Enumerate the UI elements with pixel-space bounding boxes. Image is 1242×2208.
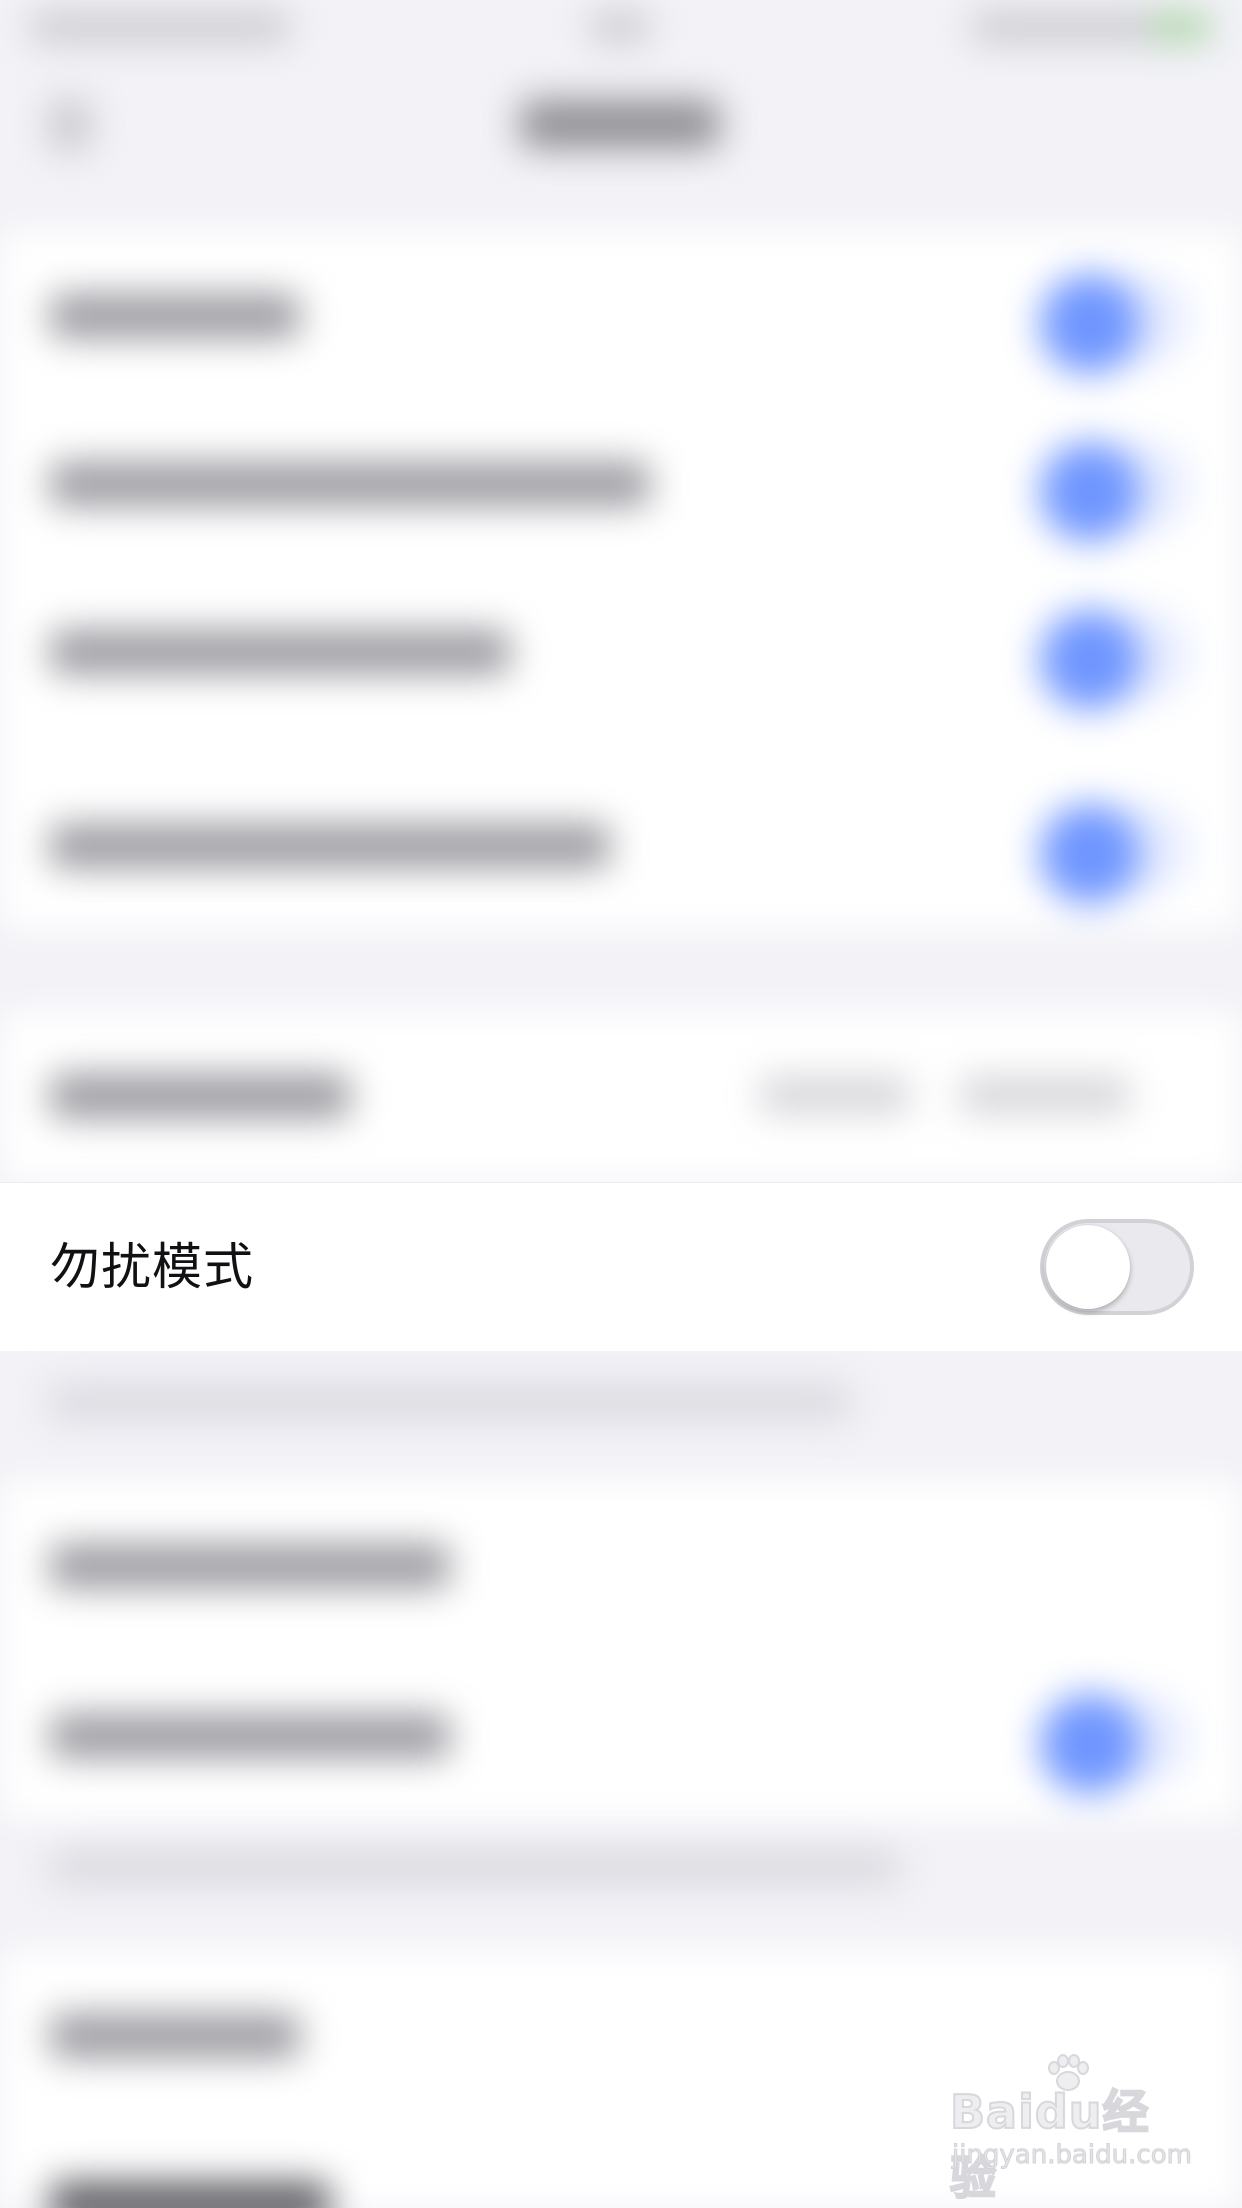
blurred-setting-row[interactable]: [0, 1650, 1242, 1818]
battery-icon: [1152, 14, 1208, 40]
blurred-row-label: [50, 824, 610, 868]
do-not-disturb-toggle[interactable]: [1040, 1219, 1194, 1315]
blurred-row-label: [50, 1714, 450, 1758]
blurred-background: [0, 0, 1242, 2208]
settings-screen: 勿扰模式 Baidu经验 jingyan.baidu.com: [0, 0, 1242, 2208]
blurred-row-label: [50, 1074, 350, 1118]
blurred-row-label: [50, 2182, 330, 2208]
chevron-left-icon[interactable]: [50, 100, 90, 150]
settings-group-2: [0, 1010, 1242, 1182]
status-bar-carrier: [30, 12, 290, 42]
blurred-toggle[interactable]: [1040, 274, 1140, 374]
blurred-toggle[interactable]: [1040, 804, 1140, 904]
toggle-knob: [1046, 1225, 1130, 1309]
blurred-row-label: [50, 462, 650, 506]
blurred-toggle[interactable]: [1040, 1694, 1140, 1794]
navigation-bar: [0, 60, 1242, 190]
blurred-value-row[interactable]: [0, 1010, 1242, 1178]
do-not-disturb-row[interactable]: 勿扰模式: [0, 1182, 1242, 1351]
blurred-footer-text: [50, 1385, 850, 1419]
blurred-row-label: [50, 2014, 300, 2058]
blurred-setting-row[interactable]: [0, 566, 1242, 734]
status-bar: [0, 0, 1242, 60]
settings-group-3: [0, 1480, 1242, 1820]
status-bar-time: [590, 12, 650, 42]
blurred-setting-row[interactable]: [0, 1480, 1242, 1648]
page-title: [520, 100, 720, 148]
watermark-url: jingyan.baidu.com: [952, 2140, 1193, 2171]
do-not-disturb-label: 勿扰模式: [50, 1238, 254, 1296]
blurred-row-value: [960, 1076, 1130, 1114]
blurred-toggle[interactable]: [1040, 610, 1140, 710]
blurred-row-label: [50, 1544, 450, 1588]
settings-group-1: [0, 230, 1242, 930]
blurred-setting-row[interactable]: [0, 398, 1242, 566]
blurred-row-label: [50, 294, 300, 338]
baidu-watermark: Baidu经验 jingyan.baidu.com: [949, 2054, 1192, 2206]
blurred-setting-row[interactable]: [0, 760, 1242, 928]
blurred-setting-row[interactable]: [0, 230, 1242, 398]
blurred-row-value: [760, 1076, 910, 1114]
blurred-footer-text: [50, 1850, 900, 1884]
blurred-row-label: [50, 630, 510, 674]
blurred-toggle[interactable]: [1040, 442, 1140, 542]
